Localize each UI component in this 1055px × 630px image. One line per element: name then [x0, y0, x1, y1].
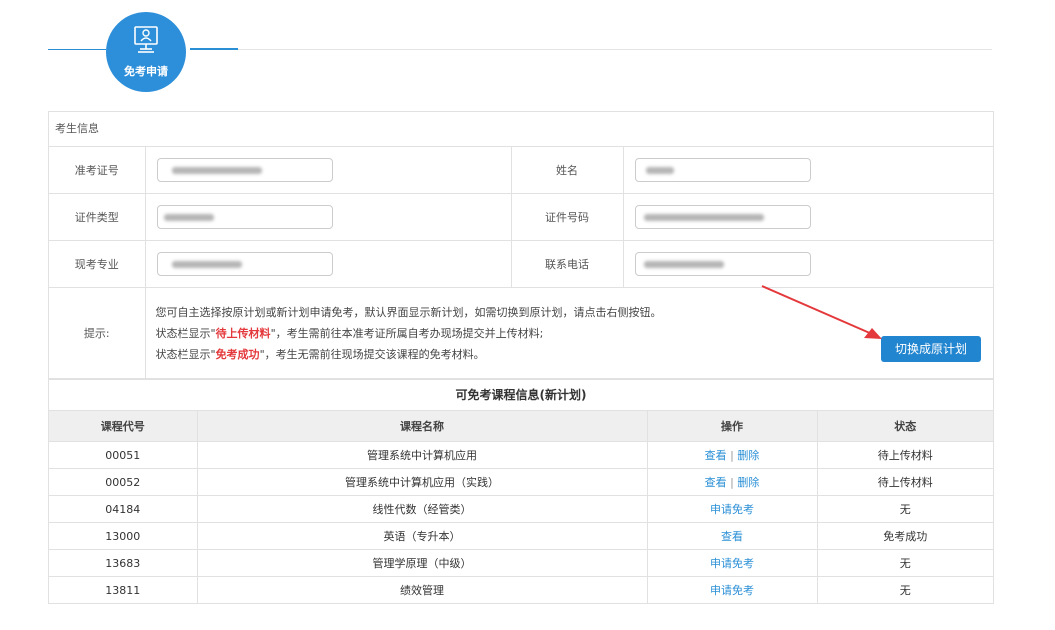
annotation-arrow-icon: [761, 285, 882, 339]
admission-number-field[interactable]: [156, 158, 333, 182]
tip-text: 状态栏显示": [155, 347, 216, 361]
course-status: 无: [816, 576, 993, 603]
course-code: 13683: [49, 549, 198, 577]
admission-number-label: 准考证号: [49, 147, 146, 194]
view-link[interactable]: 查看: [721, 530, 743, 543]
column-header-name: 课程名称: [196, 410, 648, 442]
table-row: 13683 管理学原理（中级） 申请免考 无: [49, 549, 993, 577]
course-code: 00051: [49, 441, 198, 469]
table-row: 04184 线性代数（经管类） 申请免考 无: [49, 495, 993, 523]
table-row: 00051 管理系统中计算机应用 查看 | 删除 待上传材料: [49, 441, 993, 469]
tip-text: "，考生无需前往现场提交该课程的免考材料。: [259, 347, 485, 361]
course-code: 13000: [49, 522, 198, 550]
course-actions: 查看 | 删除: [646, 441, 818, 469]
id-number-field[interactable]: [634, 205, 811, 229]
delete-link[interactable]: 删除: [737, 476, 759, 489]
action-separator: |: [730, 449, 734, 462]
courses-table: 课程代号 课程名称 操作 状态 00051 管理系统中计算机应用 查看 | 删除…: [49, 410, 993, 603]
apply-exemption-link[interactable]: 申请免考: [710, 557, 754, 570]
switch-to-original-plan-button[interactable]: 切换成原计划: [881, 336, 981, 362]
header-line: [48, 49, 106, 50]
course-code: 04184: [49, 495, 198, 523]
course-name: 管理系统中计算机应用: [196, 441, 648, 469]
course-name: 绩效管理: [196, 576, 648, 603]
course-status: 待上传材料: [816, 468, 993, 496]
step-label: 免考申请: [124, 65, 168, 78]
course-actions: 查看: [646, 522, 818, 550]
course-actions: 申请免考: [646, 549, 818, 577]
view-link[interactable]: 查看: [705, 449, 727, 462]
id-number-label: 证件号码: [510, 193, 624, 241]
tips-label: 提示:: [49, 287, 146, 379]
header-line: [190, 49, 992, 50]
examinee-info-panel: 考生信息 准考证号 姓名 证件类型 证件号码 现考专业 联系电话 提示: 您可自…: [48, 111, 994, 604]
column-header-action: 操作: [646, 410, 818, 442]
phone-field[interactable]: [634, 252, 811, 276]
courses-title: 可免考课程信息(新计划): [49, 379, 993, 410]
course-status: 无: [816, 495, 993, 523]
major-label: 现考专业: [49, 240, 146, 288]
header-line-accent: [190, 48, 238, 50]
table-row: 00052 管理系统中计算机应用（实践） 查看 | 删除 待上传材料: [49, 468, 993, 496]
delete-link[interactable]: 删除: [737, 449, 759, 462]
course-name: 线性代数（经管类）: [196, 495, 648, 523]
column-header-code: 课程代号: [49, 410, 198, 442]
panel-title: 考生信息: [49, 112, 993, 147]
step-badge-exemption[interactable]: 免考申请: [106, 12, 186, 92]
monitor-user-icon: [134, 26, 158, 53]
tip-text: 状态栏显示": [155, 326, 216, 340]
status-highlight-success: 免考成功: [215, 347, 260, 361]
status-highlight-pending: 待上传材料: [215, 326, 271, 340]
course-name: 管理系统中计算机应用（实践）: [196, 468, 648, 496]
action-separator: |: [730, 476, 734, 489]
id-type-field[interactable]: [156, 205, 333, 229]
course-name: 管理学原理（中级）: [196, 549, 648, 577]
examinee-info-table: 准考证号 姓名 证件类型 证件号码 现考专业 联系电话 提示: 您可自主选择按原…: [49, 147, 993, 379]
table-row: 13811 绩效管理 申请免考 无: [49, 576, 993, 603]
major-field[interactable]: [156, 252, 333, 276]
table-row: 13000 英语（专升本） 查看 免考成功: [49, 522, 993, 550]
course-code: 00052: [49, 468, 198, 496]
apply-exemption-link[interactable]: 申请免考: [710, 584, 754, 597]
tip-text: "，考生需前往本准考证所属自考办现场提交并上传材料;: [270, 326, 544, 340]
course-name: 英语（专升本）: [196, 522, 648, 550]
name-label: 姓名: [510, 147, 624, 194]
course-actions: 申请免考: [646, 495, 818, 523]
tip-line: 状态栏显示"免考成功"，考生无需前往现场提交该课程的免考材料。: [156, 344, 993, 365]
name-field[interactable]: [634, 158, 811, 182]
phone-label: 联系电话: [510, 240, 624, 288]
course-actions: 查看 | 删除: [646, 468, 818, 496]
id-type-label: 证件类型: [49, 193, 146, 241]
course-status: 免考成功: [816, 522, 993, 550]
view-link[interactable]: 查看: [705, 476, 727, 489]
course-status: 待上传材料: [816, 441, 993, 469]
course-code: 13811: [49, 576, 198, 603]
apply-exemption-link[interactable]: 申请免考: [710, 503, 754, 516]
course-status: 无: [816, 549, 993, 577]
course-actions: 申请免考: [646, 576, 818, 603]
column-header-status: 状态: [816, 410, 993, 442]
